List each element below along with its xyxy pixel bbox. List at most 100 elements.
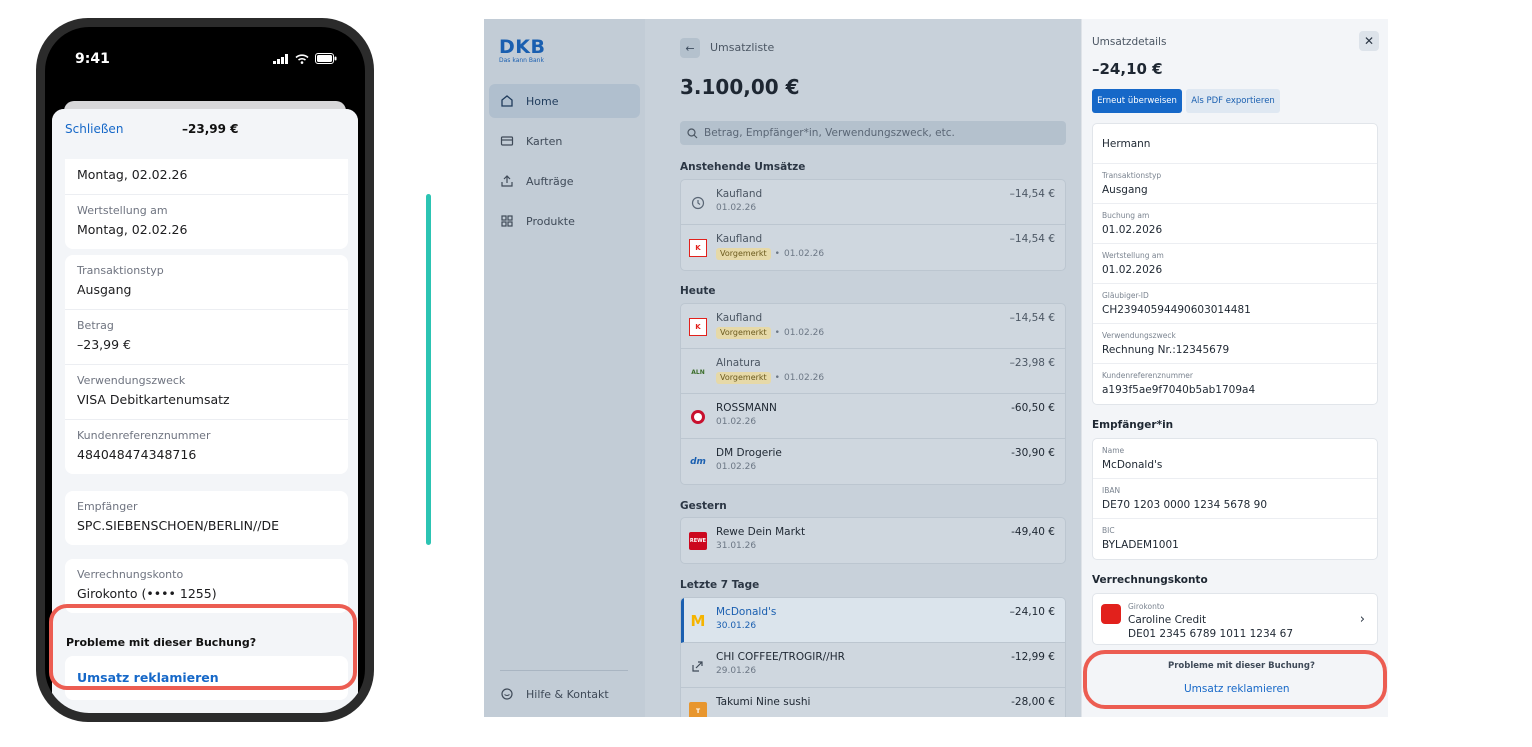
detail-value: a193f5ae9f7040b5ab1709a4 xyxy=(1102,384,1256,396)
detail-value: 484048474348716 xyxy=(77,447,197,462)
arrow-left-icon: ← xyxy=(685,41,695,55)
transaction-amount: -30,90 € xyxy=(1011,447,1055,459)
sidebar-item-karten[interactable]: Karten xyxy=(489,124,640,158)
date-card: Montag, 02.02.26 Wertstellung am Montag,… xyxy=(65,159,348,249)
transaction-row[interactable]: REWE Rewe Dein Markt 31.01.26 -49,40 € xyxy=(681,518,1065,563)
detail-row: BIC BYLADEM1001 xyxy=(1093,519,1377,559)
date-text: 01.02.26 xyxy=(716,417,757,427)
transaction-row[interactable]: K Kaufland Vorgemerkt • 01.02.26 –14,54 € xyxy=(681,304,1065,349)
status-badge: Vorgemerkt xyxy=(716,248,771,260)
details-card: Hermann Transaktionstyp Ausgang Buchung … xyxy=(1092,123,1378,405)
payee-row: Hermann xyxy=(1093,124,1377,164)
payee-name: Hermann xyxy=(1102,137,1151,150)
transaction-amount: –23,98 € xyxy=(1009,357,1055,369)
recipient-label: Empfänger xyxy=(77,500,138,513)
transaction-row[interactable]: Kaufland 01.02.26 –14,54 € xyxy=(681,180,1065,225)
kaufland-logo-icon: K xyxy=(689,239,707,257)
transaction-row[interactable]: ALN Alnatura Vorgemerkt • 01.02.26 –23,98 … xyxy=(681,349,1065,394)
detail-label: Name xyxy=(1102,446,1125,455)
detail-label: IBAN xyxy=(1102,486,1121,495)
close-button[interactable]: Schließen xyxy=(65,122,123,136)
back-button[interactable]: ← xyxy=(680,38,700,58)
transaction-row-selected[interactable]: M McDonald's 30.01.26 –24,10 € xyxy=(681,598,1065,643)
section-title: Heute xyxy=(680,285,716,297)
account-type: Girokonto xyxy=(1128,602,1165,611)
status-bar: 9:41 xyxy=(45,27,365,91)
transaction-date: 29.01.26 xyxy=(716,666,756,676)
transaction-row[interactable]: T Takumi Nine sushi -28,00 € xyxy=(681,688,1065,717)
date-text: 01.02.26 xyxy=(783,328,825,338)
valuta-value: Montag, 02.02.26 xyxy=(77,222,188,237)
status-icons xyxy=(273,53,337,64)
detail-value: CH23940594490603014481 xyxy=(1102,304,1251,316)
grid-icon xyxy=(500,214,514,228)
detail-row: Buchung am 01.02.2026 xyxy=(1093,204,1377,244)
clock-icon xyxy=(689,194,707,212)
account-card[interactable]: Girokonto Caroline Credit DE01 2345 6789… xyxy=(1092,593,1378,645)
detail-label: Betrag xyxy=(77,319,114,332)
section-title: Anstehende Umsätze xyxy=(680,161,806,173)
account-info: Girokonto Caroline Credit DE01 2345 6789… xyxy=(1128,602,1293,641)
upload-icon xyxy=(500,174,514,188)
detail-value: VISA Debitkartenumsatz xyxy=(77,392,230,407)
sheet-header: Schließen –23,99 € xyxy=(52,109,358,155)
transaction-amount: –24,10 € xyxy=(1009,606,1055,618)
sidebar-item-produkte[interactable]: Produkte xyxy=(489,204,640,238)
date-text: 01.02.26 xyxy=(716,462,757,472)
transaction-amount: -28,00 € xyxy=(1011,696,1055,708)
sidebar-item-label: Produkte xyxy=(526,214,575,228)
export-pdf-button[interactable]: Als PDF exportieren xyxy=(1186,89,1280,113)
search-input[interactable]: Betrag, Empfänger*in, Verwendungszweck, … xyxy=(680,121,1066,145)
highlight-outline xyxy=(49,604,357,690)
account-name: Caroline Credit xyxy=(1128,614,1207,626)
transaction-name: DM Drogerie xyxy=(716,447,782,459)
share-icon xyxy=(689,657,707,675)
transaction-date: 01.02.26 xyxy=(716,417,756,427)
account-icon xyxy=(1101,604,1121,624)
transaction-row[interactable]: CHI COFFEE/TROGIR//HR 29.01.26 -12,99 € xyxy=(681,643,1065,688)
transaction-name: ROSSMANN xyxy=(716,402,777,414)
sidebar-item-label: Karten xyxy=(526,134,563,148)
transaction-group: REWE Rewe Dein Markt 31.01.26 -49,40 € xyxy=(680,517,1066,564)
close-panel-button[interactable]: ✕ xyxy=(1359,31,1379,51)
detail-value: DE70 1203 0000 1234 5678 90 xyxy=(1102,499,1268,511)
sidebar-item-home[interactable]: Home xyxy=(489,84,640,118)
sidebar-item-help[interactable]: Hilfe & Kontakt xyxy=(489,677,640,711)
transaction-details-panel: Umsatzdetails ✕ –24,10 € Erneut überweis… xyxy=(1081,19,1388,717)
date-text: 30.01.26 xyxy=(716,621,757,631)
valuta-label: Wertstellung am xyxy=(77,204,168,217)
detail-value: Ausgang xyxy=(1102,184,1148,196)
dkb-logo[interactable]: DKB Das kann Bank xyxy=(499,37,545,65)
transaction-name: Alnatura xyxy=(716,357,761,369)
detail-value: Rechnung Nr.:12345679 xyxy=(1102,344,1230,356)
sidebar-item-auftraege[interactable]: Aufträge xyxy=(489,164,640,198)
sidebar: DKB Das kann Bank Home Karten Aufträge P… xyxy=(484,19,645,717)
recipient-row: Empfänger SPC.SIEBENSCHOEN/BERLIN//DE xyxy=(65,491,348,545)
transaction-group: M McDonald's 30.01.26 –24,10 € CHI COFFE… xyxy=(680,597,1066,717)
recipient-section-title: Empfänger*in xyxy=(1092,419,1174,431)
page-breadcrumb: Umsatzliste xyxy=(710,41,775,54)
detail-label: Kundenreferenznummer xyxy=(77,429,211,442)
detail-label: Kundenreferenznummer xyxy=(1102,371,1194,380)
transfer-again-button[interactable]: Erneut überweisen xyxy=(1092,89,1182,113)
transaction-amount: –14,54 € xyxy=(1009,312,1055,324)
transaction-name: Kaufland xyxy=(716,233,763,245)
clearing-value: Girokonto (•••• 1255) xyxy=(77,586,217,601)
transaction-date: 01.02.26 xyxy=(716,203,756,213)
transaction-date: Vorgemerkt • 01.02.26 xyxy=(716,248,824,260)
detail-label: Transaktionstyp xyxy=(1102,171,1162,180)
detail-label: Buchung am xyxy=(1102,211,1150,220)
transaction-amount: –14,54 € xyxy=(1009,233,1055,245)
transaction-row[interactable]: ROSSMANN 01.02.26 -60,50 € xyxy=(681,394,1065,439)
sidebar-item-label: Home xyxy=(526,94,559,108)
date-text: 29.01.26 xyxy=(716,666,757,676)
rewe-logo-icon: REWE xyxy=(689,532,707,550)
transaction-row[interactable]: dm DM Drogerie 01.02.26 -30,90 € xyxy=(681,439,1065,484)
transaction-row[interactable]: K Kaufland Vorgemerkt • 01.02.26 –14,54 € xyxy=(681,225,1065,270)
clearing-label: Verrechnungskonto xyxy=(77,568,184,581)
transaction-name: Rewe Dein Markt xyxy=(716,526,806,538)
detail-label: Verwendungszweck xyxy=(1102,331,1176,340)
transaction-date: 01.02.26 xyxy=(716,462,756,472)
detail-row: IBAN DE70 1203 0000 1234 5678 90 xyxy=(1093,479,1377,519)
detail-row: Kundenreferenznummer a193f5ae9f7040b5ab1… xyxy=(1093,364,1377,404)
